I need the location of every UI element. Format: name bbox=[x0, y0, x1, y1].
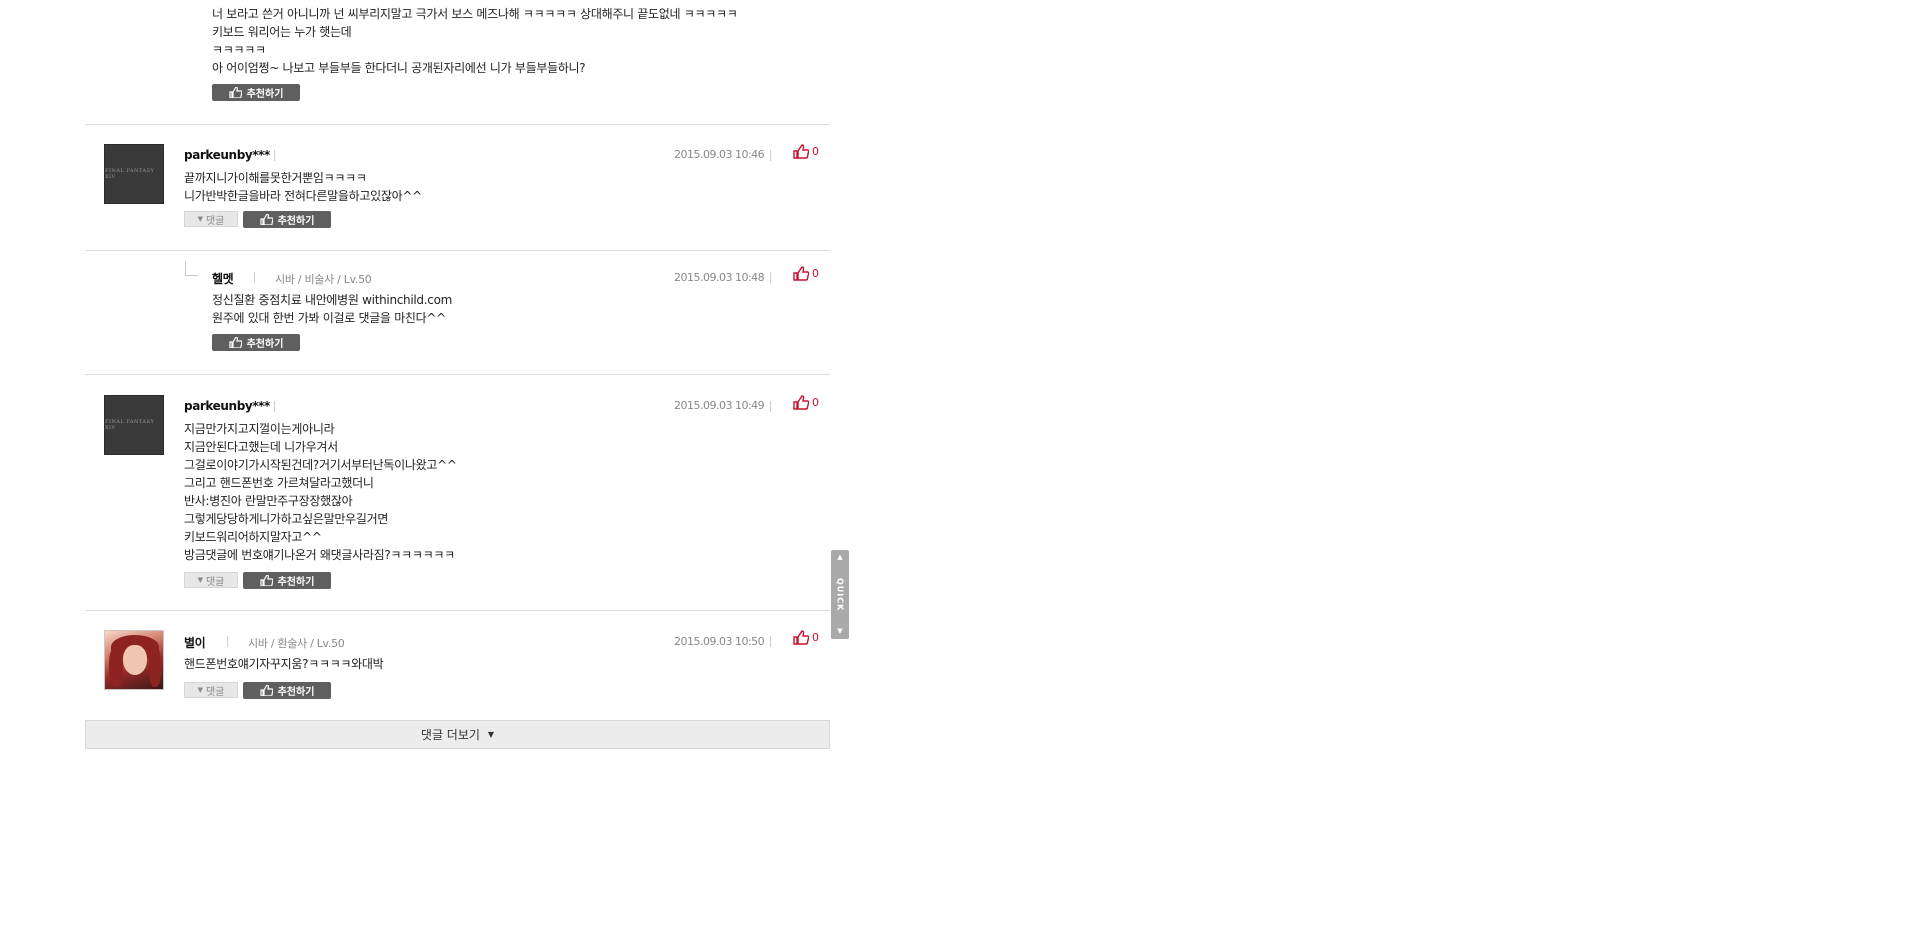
thumbs-up-icon bbox=[259, 214, 273, 225]
thumbs-up-icon bbox=[793, 395, 809, 410]
comment-date: 2015.09.03 10:50 bbox=[674, 635, 765, 648]
thumbs-up-icon bbox=[228, 87, 242, 98]
comment-line: 아 어이엄쩡~ 나보고 부들부들 한다더니 공개된자리에선 니가 부들부들하니? bbox=[212, 61, 586, 75]
comment-line: 그렇게당당하게니가하고싶은말만우길거면 bbox=[184, 512, 389, 526]
recommend-button[interactable]: 추천하기 bbox=[212, 334, 300, 351]
reply-toggle-button[interactable]: ▼ 댓글 bbox=[184, 211, 238, 227]
reply-toggle-button[interactable]: ▼ 댓글 bbox=[184, 682, 238, 698]
thumbs-up-icon bbox=[793, 630, 809, 645]
reply-label: 댓글 bbox=[205, 686, 225, 698]
comment-line: 그걸로이야기가시작된건데?거기서부터난독이나왔고^^ bbox=[184, 458, 457, 472]
avatar[interactable]: FINAL FANTASY XIV bbox=[104, 395, 164, 455]
quick-label: QUICK bbox=[835, 577, 845, 612]
recommend-label: 추천하기 bbox=[277, 687, 315, 698]
recommend-label: 추천하기 bbox=[246, 89, 284, 100]
comment-line: 원주에 있대 한번 가봐 이걸로 댓글을 마친다^^ bbox=[212, 311, 446, 325]
like-count: 0 bbox=[812, 631, 819, 644]
recommend-label: 추천하기 bbox=[246, 339, 284, 350]
comment-item: FINAL FANTASY XIV parkeunby*** 2015.09.0… bbox=[85, 124, 830, 251]
arrow-up-icon[interactable]: ▲ bbox=[837, 554, 842, 561]
comment-line: 정신질환 중점치료 내안에병원 withinchild.com bbox=[212, 293, 452, 307]
comment-body: 핸드폰번호얘기자꾸지움?ㅋㅋㅋㅋ와대박 bbox=[184, 655, 384, 673]
thumbs-up-icon bbox=[259, 685, 273, 696]
meta-divider bbox=[254, 272, 255, 283]
caret-down-icon: ▼ bbox=[197, 576, 203, 584]
caret-down-icon: ▼ bbox=[197, 686, 203, 694]
reply-toggle-button[interactable]: ▼ 댓글 bbox=[184, 572, 238, 588]
comment-author[interactable]: 헬멧 bbox=[212, 270, 234, 287]
comment-item: 별이 시바 / 환술사 / Lv.50 2015.09.03 10:50 0 핸… bbox=[85, 610, 830, 720]
comment-body: 지금만가지고지껄이는게아니라 지금안된다고했는데 니가우겨서 그걸로이야기가시작… bbox=[184, 420, 457, 564]
avatar[interactable] bbox=[104, 630, 164, 690]
comment-body: 끝까지니가이해를못한거뿐임ㅋㅋㅋㅋ 니가반박한글을바라 전혀다른말을하고있잖아^… bbox=[184, 169, 422, 205]
meta-divider bbox=[274, 401, 275, 412]
reply-label: 댓글 bbox=[205, 215, 225, 227]
meta-divider bbox=[274, 150, 275, 161]
comment-date: 2015.09.03 10:49 bbox=[674, 399, 765, 412]
comment-line: 지금안된다고했는데 니가우겨서 bbox=[184, 440, 338, 454]
thumbs-up-icon bbox=[793, 266, 809, 281]
meta-divider bbox=[770, 150, 771, 161]
character-portrait-icon bbox=[123, 645, 147, 675]
comment-line: ㅋㅋㅋㅋㅋ bbox=[212, 43, 266, 57]
like-counter[interactable]: 0 bbox=[793, 144, 819, 159]
quick-menu[interactable]: ▲ QUICK ▼ bbox=[831, 550, 849, 639]
comment-line: 끝까지니가이해를못한거뿐임ㅋㅋㅋㅋ bbox=[184, 171, 367, 185]
arrow-down-icon[interactable]: ▼ bbox=[837, 628, 842, 635]
load-more-comments-button[interactable]: 댓글 더보기 ▼ bbox=[85, 720, 830, 749]
like-count: 0 bbox=[812, 145, 819, 158]
comment-item: 너 보라고 쓴거 아니니까 넌 씨부리지말고 극가서 보스 메즈나해 ㅋㅋㅋㅋㅋ… bbox=[85, 0, 830, 125]
comment-line: 키보드워리어하지말자고^^ bbox=[184, 530, 322, 544]
recommend-button[interactable]: 추천하기 bbox=[243, 211, 331, 228]
comment-line: 니가반박한글을바라 전혀다른말을하고있잖아^^ bbox=[184, 189, 422, 203]
comment-line: 지금만가지고지껄이는게아니라 bbox=[184, 422, 335, 436]
comment-date: 2015.09.03 10:46 bbox=[674, 148, 765, 161]
avatar[interactable]: FINAL FANTASY XIV bbox=[104, 144, 164, 204]
load-more-label: 댓글 더보기 bbox=[420, 728, 480, 742]
comment-line: 키보드 워리어는 누가 햇는데 bbox=[212, 25, 352, 39]
author-info: 시바 / 환술사 / Lv.50 bbox=[248, 637, 345, 650]
comment-line: 방금댓글에 번호얘기나온거 왜댓글사라짐?ㅋㅋㅋㅋㅋㅋ bbox=[184, 548, 455, 562]
comment-line: 반사:병진아 란말만주구장장했잖아 bbox=[184, 494, 353, 508]
comment-item: FINAL FANTASY XIV parkeunby*** 2015.09.0… bbox=[85, 374, 830, 611]
reply-indent-mark bbox=[185, 261, 198, 276]
comment-author[interactable]: parkeunby*** bbox=[184, 148, 270, 162]
recommend-button[interactable]: 추천하기 bbox=[212, 84, 300, 101]
comment-date: 2015.09.03 10:48 bbox=[674, 271, 765, 284]
caret-down-icon: ▼ bbox=[197, 215, 203, 223]
recommend-button[interactable]: 추천하기 bbox=[243, 572, 331, 589]
like-counter[interactable]: 0 bbox=[793, 395, 819, 410]
comment-line: 그리고 핸드폰번호 가르쳐달라고했더니 bbox=[184, 476, 374, 490]
reply-label: 댓글 bbox=[205, 576, 225, 588]
comment-author[interactable]: 별이 bbox=[184, 634, 206, 651]
comment-line: 너 보라고 쓴거 아니니까 넌 씨부리지말고 극가서 보스 메즈나해 ㅋㅋㅋㅋㅋ… bbox=[212, 7, 738, 21]
game-logo-icon: FINAL FANTASY XIV bbox=[105, 419, 155, 431]
recommend-button[interactable]: 추천하기 bbox=[243, 682, 331, 699]
meta-divider bbox=[770, 636, 771, 647]
like-counter[interactable]: 0 bbox=[793, 630, 819, 645]
comment-body: 너 보라고 쓴거 아니니까 넌 씨부리지말고 극가서 보스 메즈나해 ㅋㅋㅋㅋㅋ… bbox=[212, 5, 738, 77]
thumbs-up-icon bbox=[228, 337, 242, 348]
game-logo-icon: FINAL FANTASY XIV bbox=[105, 168, 155, 180]
meta-divider bbox=[770, 272, 771, 283]
recommend-label: 추천하기 bbox=[277, 577, 315, 588]
comment-author[interactable]: parkeunby*** bbox=[184, 399, 270, 413]
author-info: 시바 / 비술사 / Lv.50 bbox=[275, 273, 372, 286]
meta-divider bbox=[227, 636, 228, 647]
caret-down-icon: ▼ bbox=[487, 730, 495, 739]
thumbs-up-icon bbox=[793, 144, 809, 159]
like-counter[interactable]: 0 bbox=[793, 266, 819, 281]
recommend-label: 추천하기 bbox=[277, 216, 315, 227]
comment-item: 헬멧 시바 / 비술사 / Lv.50 2015.09.03 10:48 0 정… bbox=[85, 250, 830, 375]
meta-divider bbox=[770, 401, 771, 412]
thumbs-up-icon bbox=[259, 575, 273, 586]
like-count: 0 bbox=[812, 267, 819, 280]
comment-body: 정신질환 중점치료 내안에병원 withinchild.com 원주에 있대 한… bbox=[212, 291, 452, 327]
like-count: 0 bbox=[812, 396, 819, 409]
comment-line: 핸드폰번호얘기자꾸지움?ㅋㅋㅋㅋ와대박 bbox=[184, 657, 384, 671]
